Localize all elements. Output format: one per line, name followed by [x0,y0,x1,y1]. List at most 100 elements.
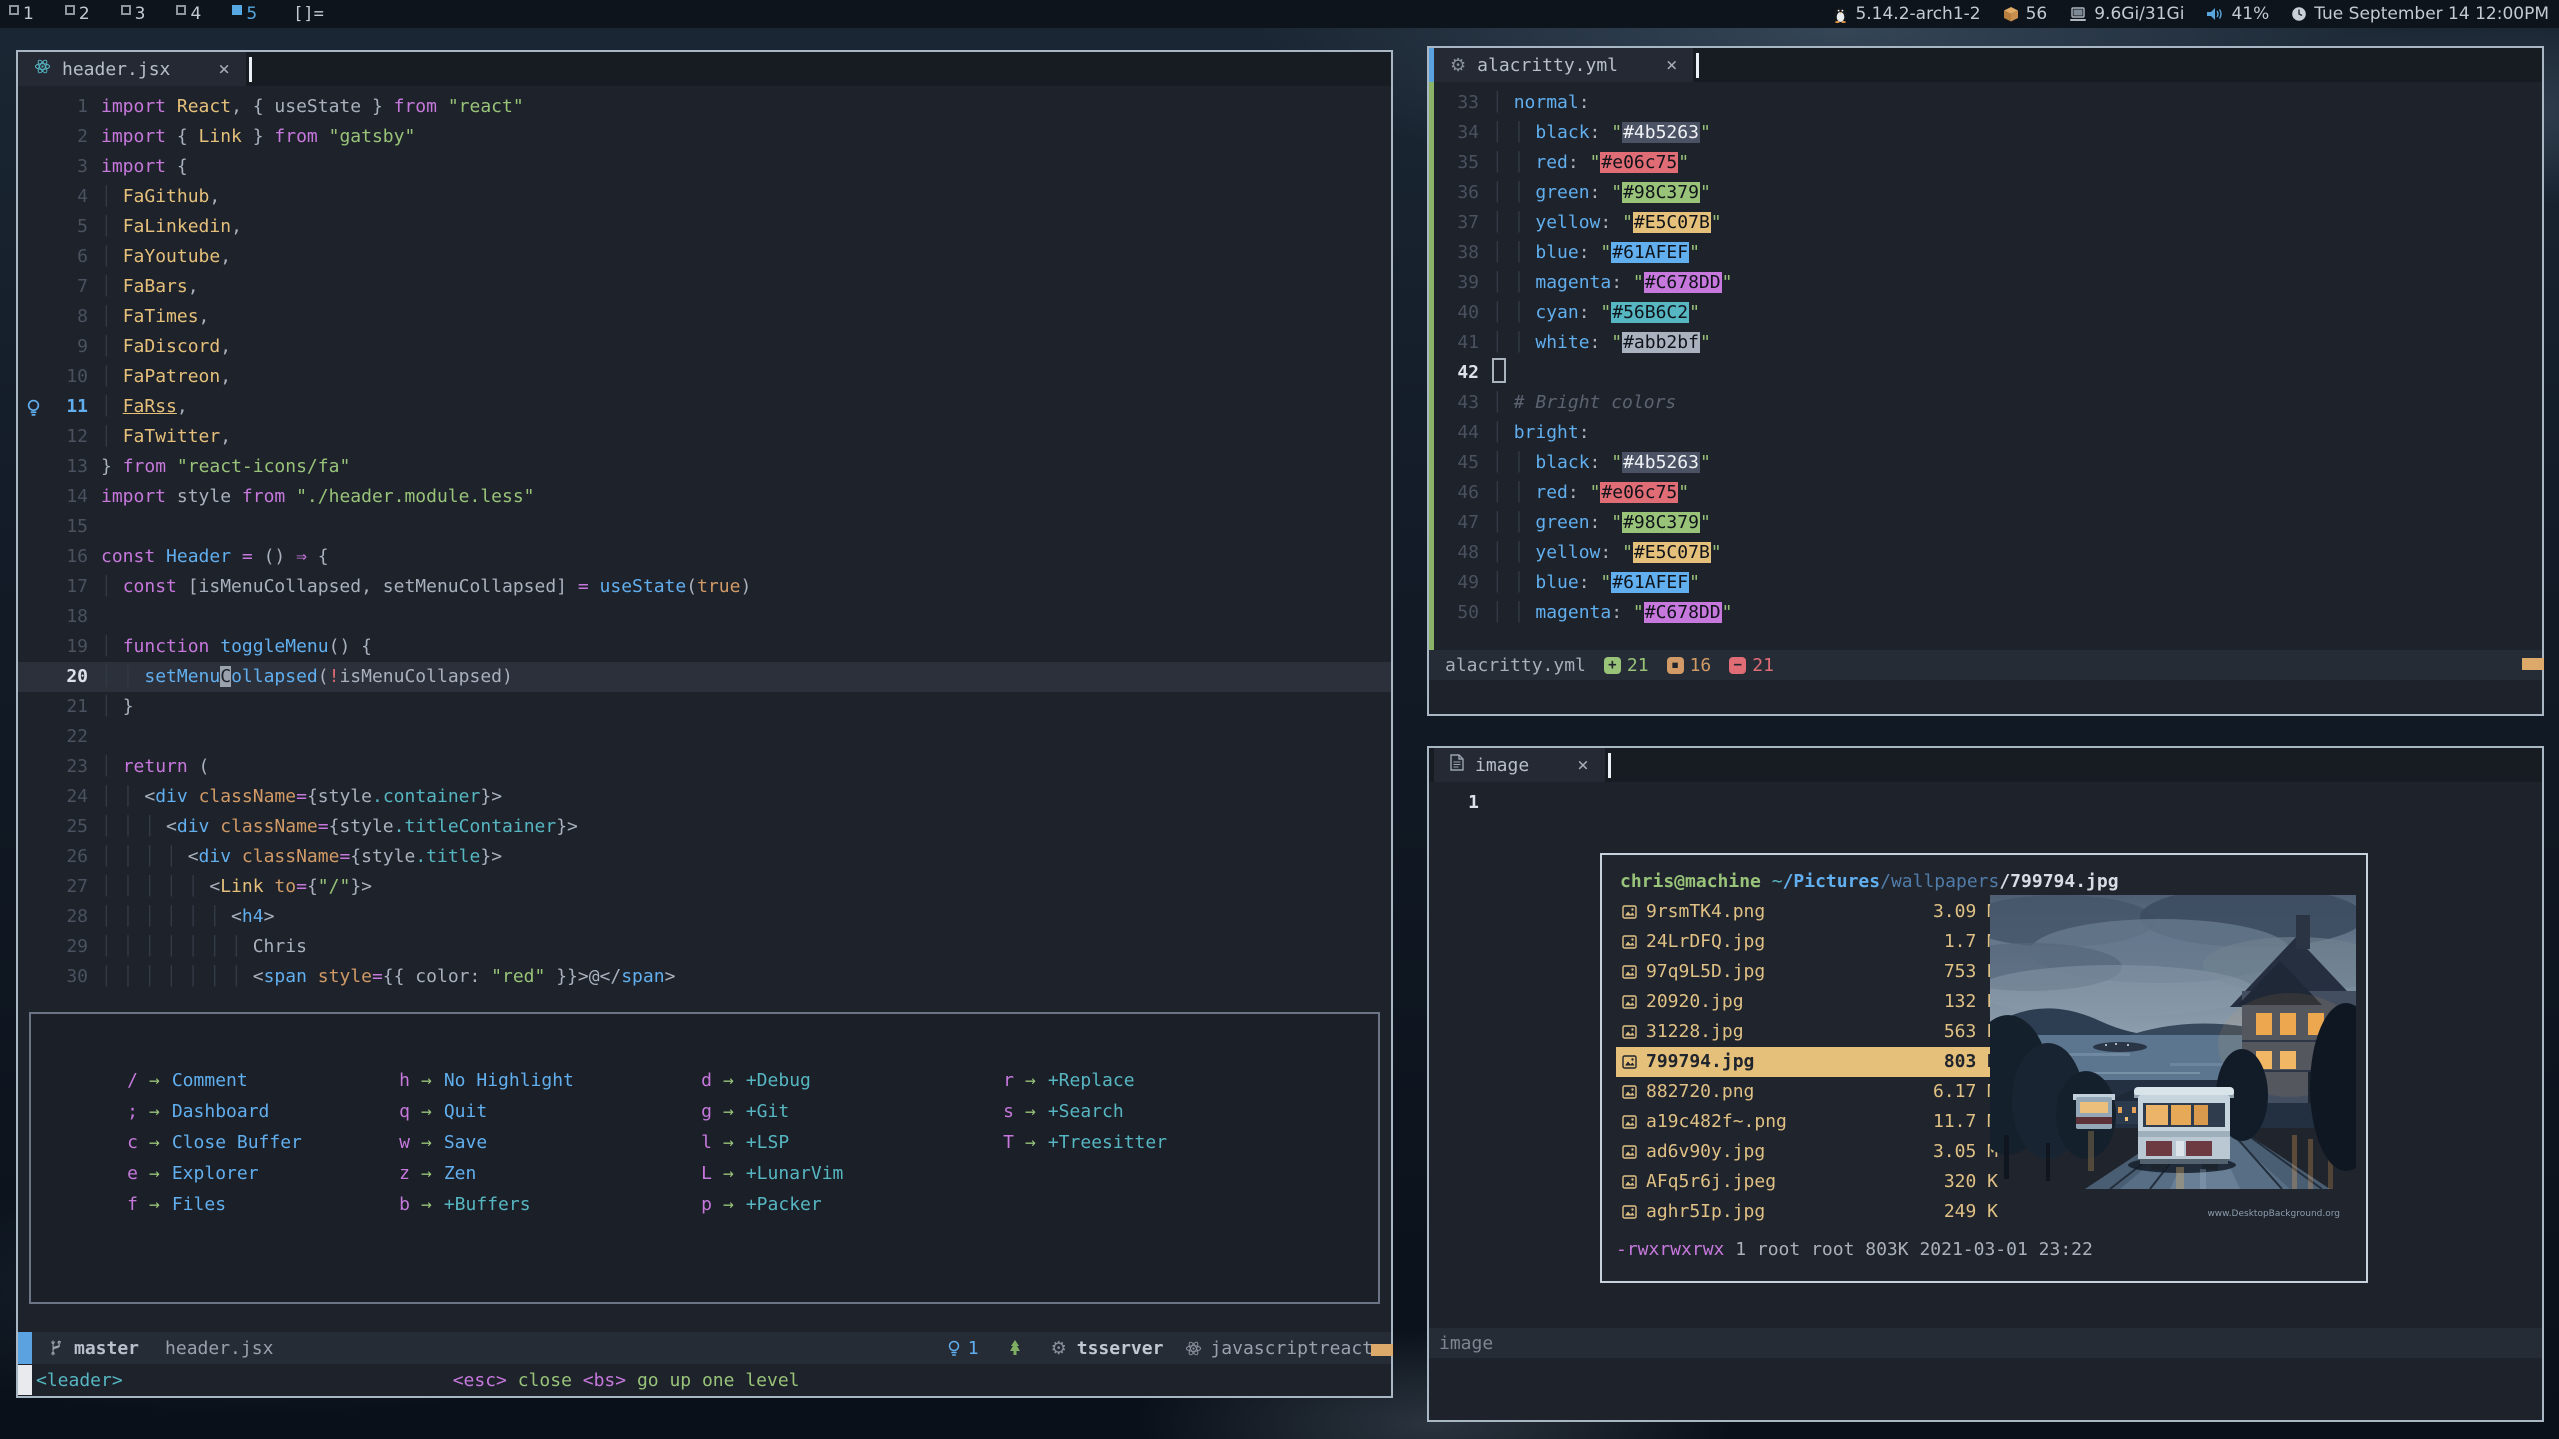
code-line[interactable]: 10│ FaPatreon, [18,362,1391,392]
whichkey-item[interactable]: w→Save [397,1132,699,1163]
whichkey-item[interactable]: h→No Highlight [397,1070,699,1101]
code-line[interactable]: 25│ │ │ <div className={style.titleConta… [18,812,1391,842]
code-line[interactable]: 17│ const [isMenuCollapsed, setMenuColla… [18,572,1391,602]
code-line[interactable]: 41│ │ white: "#abb2bf" [1429,328,2542,358]
code-line[interactable]: 33│ normal: [1429,88,2542,118]
code-line[interactable]: 37│ │ yellow: "#E5C07B" [1429,208,2542,238]
code-line[interactable]: 4│ FaGithub, [18,182,1391,212]
whichkey-item[interactable]: b→+Buffers [397,1194,699,1225]
file-row[interactable]: 882720.png6.17 M [1616,1077,1998,1107]
code-line[interactable]: 11│ FaRss, [18,392,1391,422]
code-line[interactable]: 30│ │ │ │ │ │ │ <span style={{ color: "r… [18,962,1391,992]
file-name: 24LrDFQ.jpg [1646,927,1898,957]
whichkey-item[interactable]: p→+Packer [699,1194,1001,1225]
code-line[interactable]: 34│ │ black: "#4b5263" [1429,118,2542,148]
code-line[interactable]: 26│ │ │ │ <div className={style.title}> [18,842,1391,872]
file-row[interactable]: 9rsmTK4.png3.09 M [1616,897,1998,927]
code-line[interactable]: 27│ │ │ │ │ <Link to={"/"}> [18,872,1391,902]
code-line[interactable]: 18 [18,602,1391,632]
tab-headerjsx[interactable]: header.jsx × [18,52,246,86]
code-line[interactable]: 21│ } [18,692,1391,722]
code-line[interactable]: 36│ │ green: "#98C379" [1429,178,2542,208]
tab-alacritty[interactable]: ⚙ alacritty.yml × [1434,48,1693,82]
file-row[interactable]: 31228.jpg563 K [1616,1017,1998,1047]
code-line[interactable]: 50│ │ magenta: "#C678DD" [1429,598,2542,628]
lightbulb-icon[interactable] [18,392,48,422]
code-line[interactable]: 9│ FaDiscord, [18,332,1391,362]
whichkey-item[interactable]: s→+Search [1001,1101,1378,1132]
whichkey-item[interactable]: f→Files [125,1194,397,1225]
code-line[interactable]: 46│ │ red: "#e06c75" [1429,478,2542,508]
file-row[interactable]: aghr5Ip.jpg249 K [1616,1197,1998,1227]
workspace-button-2[interactable]: 2 [64,4,90,24]
code-line[interactable]: 2import { Link } from "gatsby" [18,122,1391,152]
close-icon[interactable]: × [218,58,229,80]
code-line[interactable]: 8│ FaTimes, [18,302,1391,332]
code-area-image[interactable]: 1 [1429,782,2542,818]
code-line[interactable]: 1import React, { useState } from "react" [18,92,1391,122]
whichkey-item[interactable]: c→Close Buffer [125,1132,397,1163]
scrollbar-thumb[interactable] [2522,658,2544,670]
code-line[interactable]: 5│ FaLinkedin, [18,212,1391,242]
code-line[interactable]: 13} from "react-icons/fa" [18,452,1391,482]
file-permissions: -rwxrwxrwx 1 root root 803K 2021-03-01 2… [1616,1235,2366,1265]
workspace-button-5[interactable]: 5 [231,4,257,24]
code-line[interactable]: 44│ bright: [1429,418,2542,448]
code-line[interactable]: 3import { [18,152,1391,182]
image-file-icon [1622,905,1646,919]
code-line[interactable]: 28│ │ │ │ │ │ <h4> [18,902,1391,932]
whichkey-item[interactable]: z→Zen [397,1163,699,1194]
code-line[interactable]: 16const Header = () ⇒ { [18,542,1391,572]
file-row[interactable]: ad6v90y.jpg3.05 M [1616,1137,1998,1167]
tab-image[interactable]: image × [1434,748,1605,782]
file-row[interactable]: 24LrDFQ.jpg1.7 M [1616,927,1998,957]
line-number: 41 [1441,328,1492,358]
code-area-headerjsx[interactable]: 1import React, { useState } from "react"… [18,86,1391,992]
file-row[interactable]: AFq5r6j.jpeg320 K [1616,1167,1998,1197]
whichkey-item[interactable]: /→Comment [125,1070,397,1101]
whichkey-item[interactable]: q→Quit [397,1101,699,1132]
code-line[interactable]: 39│ │ magenta: "#C678DD" [1429,268,2542,298]
close-icon[interactable]: × [1577,754,1588,776]
close-icon[interactable]: × [1666,54,1677,76]
code-line[interactable]: 47│ │ green: "#98C379" [1429,508,2542,538]
code-line[interactable]: 23│ return ( [18,752,1391,782]
code-line[interactable]: 20│ │ setMenuCollapsed(!isMenuCollapsed) [18,662,1391,692]
workspace-button-1[interactable]: 1 [8,4,34,24]
line-number: 12 [48,422,101,452]
code-line[interactable]: 40│ │ cyan: "#56B6C2" [1429,298,2542,328]
whichkey-item[interactable]: g→+Git [699,1101,1001,1132]
workspace-button-3[interactable]: 3 [120,4,146,24]
code-line[interactable]: 45│ │ black: "#4b5263" [1429,448,2542,478]
whichkey-item[interactable]: d→+Debug [699,1070,1001,1101]
file-row[interactable]: 97q9L5D.jpg753 K [1616,957,1998,987]
code-line[interactable]: 29│ │ │ │ │ │ │ Chris [18,932,1391,962]
scrollbar-thumb[interactable] [1371,1344,1393,1356]
code-line[interactable]: 24│ │ <div className={style.container}> [18,782,1391,812]
file-row[interactable]: 20920.jpg132 K [1616,987,1998,1017]
whichkey-item[interactable]: ;→Dashboard [125,1101,397,1132]
whichkey-item[interactable]: r→+Replace [1001,1070,1378,1101]
code-line[interactable]: 38│ │ blue: "#61AFEF" [1429,238,2542,268]
code-line[interactable]: 6│ FaYoutube, [18,242,1391,272]
whichkey-item[interactable]: e→Explorer [125,1163,397,1194]
code-line[interactable]: 14import style from "./header.module.les… [18,482,1391,512]
code-line[interactable]: 49│ │ blue: "#61AFEF" [1429,568,2542,598]
code-line[interactable]: 12│ FaTwitter, [18,422,1391,452]
file-size: 249 K [1898,1197,1998,1227]
file-row[interactable]: a19c482f~.png11.7 M [1616,1107,1998,1137]
code-line[interactable]: 48│ │ yellow: "#E5C07B" [1429,538,2542,568]
code-line[interactable]: 42 [1429,358,2542,388]
whichkey-item[interactable]: L→+LunarVim [699,1163,1001,1194]
code-line[interactable]: 15 [18,512,1391,542]
code-line[interactable]: 19│ function toggleMenu() { [18,632,1391,662]
code-line[interactable]: 22 [18,722,1391,752]
file-row[interactable]: 799794.jpg803 K [1616,1047,1998,1077]
workspace-button-4[interactable]: 4 [175,4,201,24]
code-line[interactable]: 35│ │ red: "#e06c75" [1429,148,2542,178]
whichkey-item[interactable]: l→+LSP [699,1132,1001,1163]
whichkey-item[interactable]: T→+Treesitter [1001,1132,1378,1163]
code-area-alacritty[interactable]: 33│ normal:34│ │ black: "#4b5263"35│ │ r… [1429,82,2542,628]
code-line[interactable]: 7│ FaBars, [18,272,1391,302]
code-line[interactable]: 43│ # Bright colors [1429,388,2542,418]
